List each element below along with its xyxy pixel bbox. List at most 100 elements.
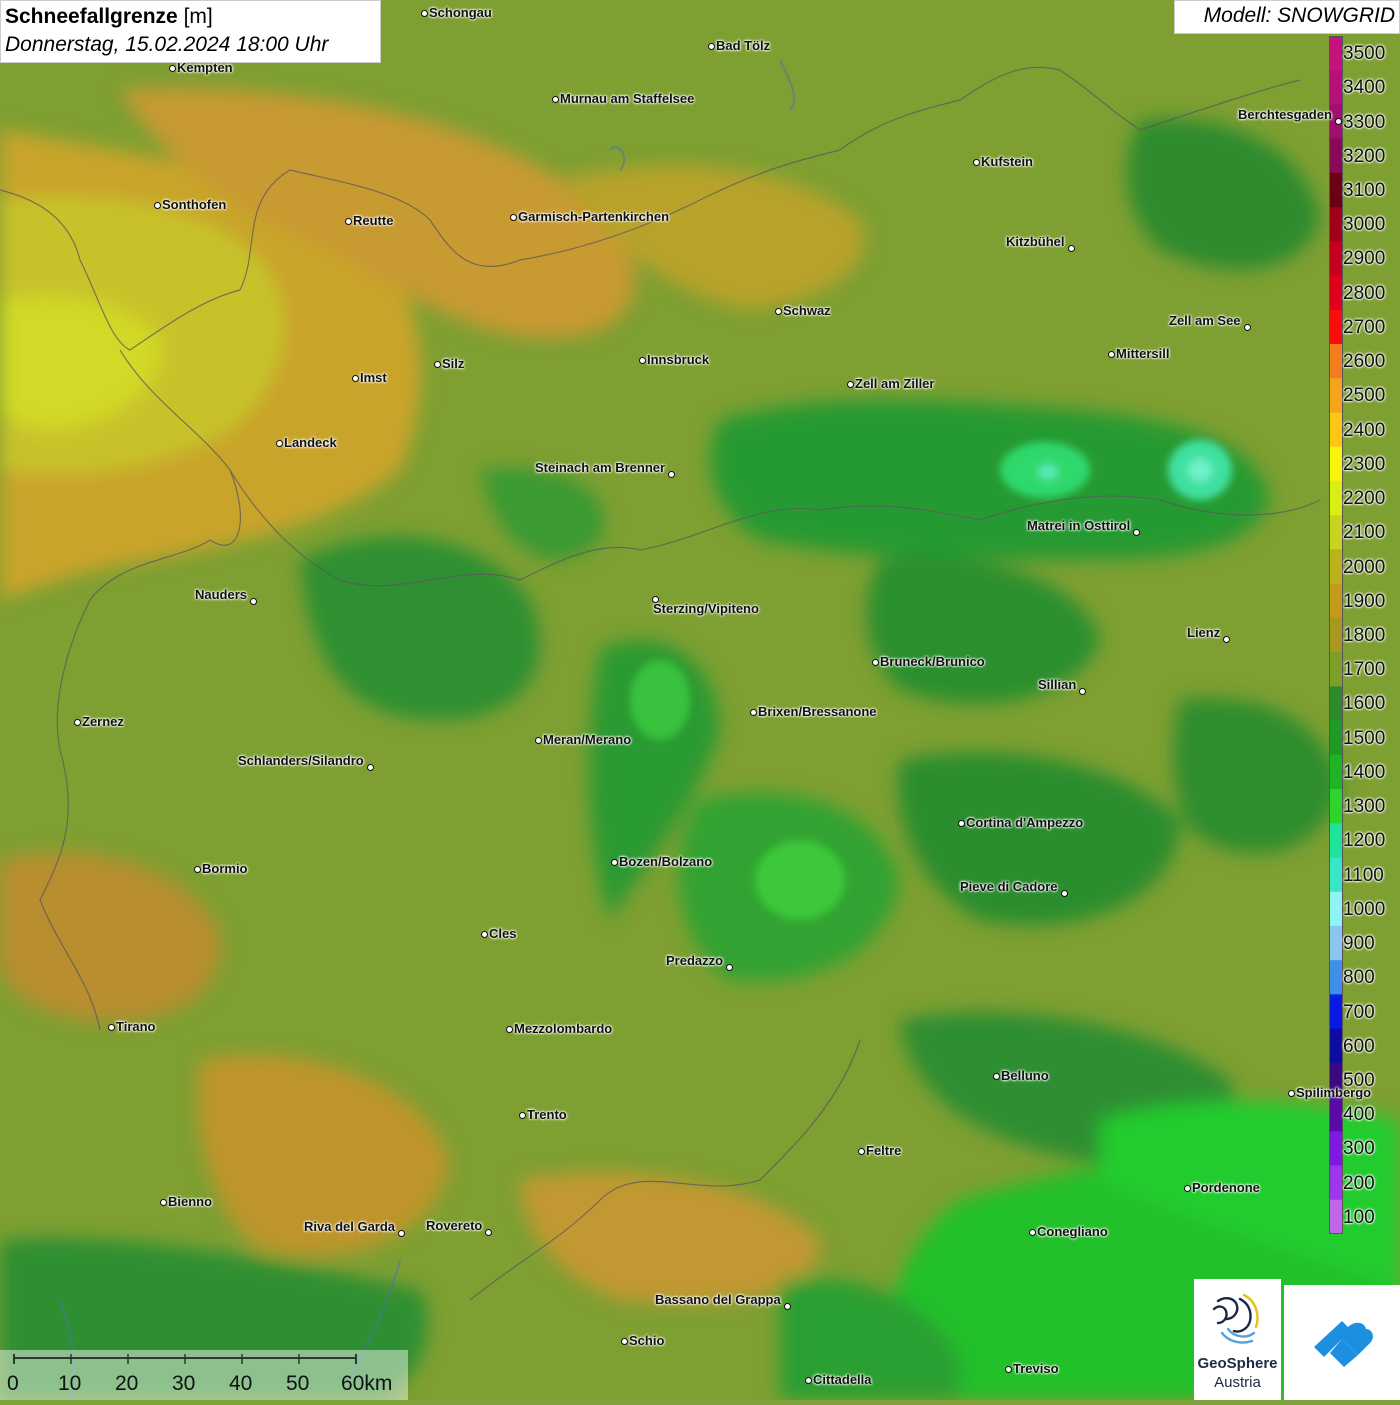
- city-dot-icon: [518, 1111, 526, 1119]
- legend-value-label: 1200: [1343, 830, 1386, 852]
- city-marker[interactable]: Schongau: [420, 5, 492, 20]
- city-marker[interactable]: Zernez: [73, 714, 124, 729]
- legend-value-label: 400: [1343, 1104, 1375, 1126]
- city-marker[interactable]: Innsbruck: [638, 352, 710, 367]
- legend-value-label: 3300: [1343, 111, 1386, 133]
- city-marker[interactable]: Murnau am Staffelsee: [551, 91, 695, 106]
- city-marker[interactable]: Bruneck/Brunico: [871, 654, 985, 669]
- city-dot-icon: [1060, 889, 1068, 897]
- city-name: Cortina d'Ampezzo: [966, 815, 1084, 830]
- legend-swatch: [1329, 652, 1343, 687]
- city-name: Sonthofen: [162, 197, 227, 212]
- partner-logo[interactable]: [1284, 1285, 1400, 1400]
- city-marker[interactable]: Spilimbergo: [1287, 1085, 1371, 1100]
- city-dot-icon: [249, 597, 257, 605]
- city-marker[interactable]: Nauders: [195, 587, 257, 605]
- city-marker[interactable]: Treviso: [1004, 1361, 1059, 1376]
- legend-swatch: [1329, 1097, 1343, 1132]
- city-marker[interactable]: Predazzo: [666, 953, 733, 971]
- city-marker[interactable]: Bozen/Bolzano: [610, 854, 712, 869]
- city-name: Innsbruck: [647, 352, 710, 367]
- legend-swatch: [1329, 378, 1343, 414]
- legend-value-label: 800: [1343, 967, 1375, 989]
- city-marker[interactable]: Sillian: [1038, 677, 1086, 695]
- city-marker[interactable]: Matrei in Osttirol: [1027, 518, 1140, 536]
- city-marker[interactable]: Bassano del Grappa: [655, 1292, 791, 1310]
- legend-swatch: [1329, 344, 1343, 379]
- legend-value-label: 1000: [1343, 898, 1386, 920]
- city-dot-icon: [1028, 1228, 1036, 1236]
- city-dot-icon: [667, 470, 675, 478]
- city-marker[interactable]: Cles: [480, 926, 516, 941]
- city-name: Murnau am Staffelsee: [560, 91, 695, 106]
- city-marker[interactable]: Kempten: [168, 60, 233, 75]
- city-marker[interactable]: Steinach am Brenner: [535, 460, 675, 478]
- city-marker[interactable]: Belluno: [992, 1068, 1049, 1083]
- city-marker[interactable]: Zell am See: [1169, 313, 1251, 331]
- city-marker[interactable]: Schio: [620, 1333, 664, 1348]
- city-marker[interactable]: Riva del Garda: [304, 1219, 405, 1237]
- city-dot-icon: [1132, 528, 1140, 536]
- city-marker[interactable]: Schwaz: [774, 303, 831, 318]
- legend-swatch: [1329, 754, 1343, 790]
- city-marker[interactable]: Rovereto: [426, 1218, 492, 1236]
- geosphere-austria-logo[interactable]: GeoSphere Austria: [1194, 1279, 1281, 1400]
- legend-value-label: 1300: [1343, 796, 1386, 818]
- city-name: Lienz: [1187, 625, 1221, 640]
- city-marker[interactable]: Trento: [518, 1107, 567, 1122]
- legend-value-label: 3000: [1343, 214, 1386, 236]
- city-name: Riva del Garda: [304, 1219, 396, 1234]
- legend-swatch: [1329, 891, 1343, 927]
- city-name: Zernez: [82, 714, 124, 729]
- legend-swatch: [1329, 446, 1343, 482]
- city-marker[interactable]: Cortina d'Ampezzo: [957, 815, 1084, 830]
- city-marker[interactable]: Kitzbühel: [1006, 234, 1075, 252]
- legend-value-label: 1900: [1343, 590, 1386, 612]
- city-name: Schlanders/Silandro: [238, 753, 364, 768]
- city-marker[interactable]: Bienno: [159, 1194, 213, 1209]
- city-marker[interactable]: Cittadella: [804, 1372, 872, 1387]
- city-marker[interactable]: Feltre: [857, 1143, 901, 1158]
- city-marker[interactable]: Mittersill: [1107, 346, 1169, 361]
- city-marker[interactable]: Imst: [351, 370, 387, 385]
- legend-value-label: 2900: [1343, 248, 1386, 270]
- city-marker[interactable]: Kufstein: [972, 154, 1033, 169]
- city-name: Bormio: [202, 861, 248, 876]
- city-name: Brixen/Bressanone: [758, 704, 877, 719]
- city-marker[interactable]: Pordenone: [1183, 1180, 1260, 1195]
- legend-value-label: 2700: [1343, 316, 1386, 338]
- city-marker[interactable]: Tirano: [107, 1019, 156, 1034]
- city-name: Bienno: [168, 1194, 213, 1209]
- city-dot-icon: [505, 1025, 513, 1033]
- legend-swatch: [1329, 412, 1343, 448]
- city-marker[interactable]: Garmisch-Partenkirchen: [509, 209, 669, 224]
- city-marker[interactable]: Schlanders/Silandro: [238, 753, 374, 771]
- city-name: Matrei in Osttirol: [1027, 518, 1131, 533]
- city-name: Pieve di Cadore: [960, 879, 1058, 894]
- city-name: Kufstein: [981, 154, 1033, 169]
- city-marker[interactable]: Landeck: [275, 435, 337, 450]
- city-marker[interactable]: Brixen/Bressanone: [749, 704, 877, 719]
- city-marker[interactable]: Sonthofen: [153, 197, 227, 212]
- geosphere-emblem-icon: [1212, 1293, 1259, 1344]
- city-marker[interactable]: Bormio: [193, 861, 248, 876]
- city-marker[interactable]: Zell am Ziller: [846, 376, 934, 391]
- city-dot-icon: [1183, 1184, 1191, 1192]
- city-name: Sillian: [1038, 677, 1077, 692]
- city-marker[interactable]: Berchtesgaden: [1238, 107, 1342, 125]
- city-name: Schwaz: [783, 303, 831, 318]
- legend-value-label: 600: [1343, 1035, 1375, 1057]
- city-marker[interactable]: Lienz: [1187, 625, 1230, 643]
- city-marker[interactable]: Silz: [433, 356, 464, 371]
- city-dot-icon: [1078, 687, 1086, 695]
- city-marker[interactable]: Conegliano: [1028, 1224, 1108, 1239]
- city-marker[interactable]: Sterzing/Vipiteno: [651, 595, 759, 616]
- legend-value-label: 1700: [1343, 659, 1386, 681]
- city-marker[interactable]: Meran/Merano: [534, 732, 631, 747]
- city-marker[interactable]: Mezzolombardo: [505, 1021, 612, 1036]
- legend-swatch: [1329, 720, 1343, 756]
- city-marker[interactable]: Reutte: [344, 213, 393, 228]
- city-marker[interactable]: Bad Tölz: [707, 38, 770, 53]
- city-dot-icon: [480, 930, 488, 938]
- city-marker[interactable]: Pieve di Cadore: [960, 879, 1068, 897]
